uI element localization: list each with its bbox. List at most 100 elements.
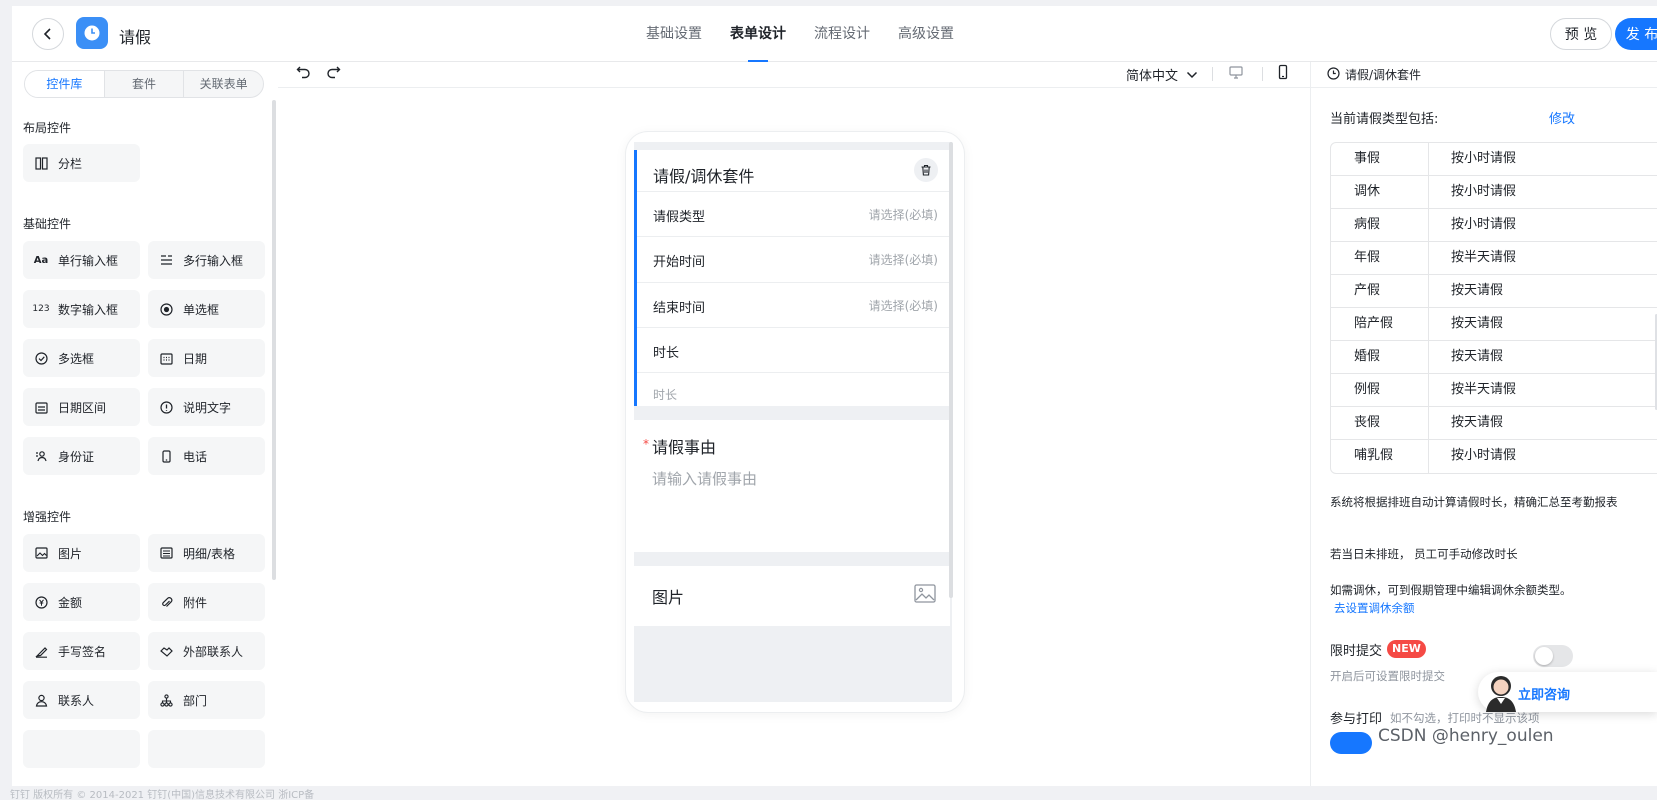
trash-icon xyxy=(921,164,931,176)
group-title-enhanced: 增强控件 xyxy=(23,510,72,524)
leave-type-name: 产假 xyxy=(1331,275,1429,307)
control-signature[interactable]: 手写签名 xyxy=(23,632,140,670)
page-footer: 钉钉 版权所有 © 2014-2021 钉钉(中国)信息技术有限公司 浙ICP备 xyxy=(0,786,1657,800)
control-description-text[interactable]: 说明文字 xyxy=(148,388,265,426)
control-date-range[interactable]: 日期区间 xyxy=(23,388,140,426)
control-radio[interactable]: 单选框 xyxy=(148,290,265,328)
leave-type-unit: 按天请假 xyxy=(1451,283,1504,298)
control-label: 数字输入框 xyxy=(58,302,119,317)
consult-label: 立即咨询 xyxy=(1518,688,1571,703)
control-amount[interactable]: 金额 xyxy=(23,583,140,621)
redo-icon[interactable] xyxy=(326,64,341,83)
leave-type-unit: 按半天请假 xyxy=(1451,250,1517,265)
control-label: 附件 xyxy=(183,595,208,610)
segment-linked-forms[interactable]: 关联表单 xyxy=(184,71,263,97)
control-checkbox[interactable]: 多选框 xyxy=(23,339,140,377)
radio-icon xyxy=(159,302,173,316)
control-library-panel: 控件库 套件 关联表单 布局控件 分栏 基础控件 Aa 单行输入框 多行输入框 … xyxy=(12,62,278,786)
tab-form-design[interactable]: 表单设计 xyxy=(716,6,800,62)
set-comp-balance-link[interactable]: 去设置调休余额 xyxy=(1334,600,1415,616)
properties-title: 请假/调休套件 xyxy=(1345,68,1422,82)
control-label: 分栏 xyxy=(58,156,83,171)
segment-kits[interactable]: 套件 xyxy=(105,71,185,97)
control-label: 外部联系人 xyxy=(183,644,244,659)
segment-controls[interactable]: 控件库 xyxy=(25,71,105,97)
leave-type-name: 例假 xyxy=(1331,374,1429,406)
print-toggle[interactable] xyxy=(1330,732,1372,754)
leave-type-unit: 按小时请假 xyxy=(1451,184,1517,199)
table-row: 年假 按半天请假 xyxy=(1331,242,1657,275)
control-contact[interactable]: 联系人 xyxy=(23,681,140,719)
control-image[interactable]: 图片 xyxy=(23,534,140,572)
info-icon xyxy=(159,400,173,414)
field-end-time[interactable]: 结束时间 请选择(必填) xyxy=(637,282,950,327)
control-phone[interactable]: 电话 xyxy=(148,437,265,475)
control-multi-line-input[interactable]: 多行输入框 xyxy=(148,241,265,279)
control-attachment[interactable]: 附件 xyxy=(148,583,265,621)
avatar xyxy=(1486,676,1516,712)
control-external-contact[interactable]: 外部联系人 xyxy=(148,632,265,670)
publish-button[interactable]: 发 布 xyxy=(1615,18,1657,50)
field-leave-reason[interactable]: * 请假事由 请输入请假事由 xyxy=(634,420,950,552)
field-label: 请假事由 xyxy=(652,438,717,457)
control-columns[interactable]: 分栏 xyxy=(23,144,140,182)
control-label: 多选框 xyxy=(58,351,95,366)
control-detail-table[interactable]: 明细/表格 xyxy=(148,534,265,572)
left-panel-scrollbar[interactable] xyxy=(272,100,276,580)
checkbox-circle-icon xyxy=(34,351,48,365)
group-title-layout: 布局控件 xyxy=(23,121,72,135)
leave-types-label: 当前请假类型包括: xyxy=(1330,112,1439,127)
field-placeholder: 请选择(必填) xyxy=(868,253,938,267)
control-label: 手写签名 xyxy=(58,644,107,659)
leave-type-name: 病假 xyxy=(1331,209,1429,241)
language-select[interactable]: 简体中文 xyxy=(1126,65,1198,84)
consult-button[interactable]: 立即咨询 xyxy=(1478,672,1657,712)
leave-type-unit: 按小时请假 xyxy=(1451,217,1517,232)
leave-type-unit: 按半天请假 xyxy=(1451,382,1517,397)
control-number-input[interactable]: 123 数字输入框 xyxy=(23,290,140,328)
desktop-view-icon[interactable] xyxy=(1228,64,1244,84)
time-limit-subtext: 开启后可设置限时提交 xyxy=(1330,669,1445,683)
back-button[interactable] xyxy=(32,18,64,50)
columns-icon xyxy=(34,156,48,170)
delete-button[interactable] xyxy=(914,158,938,182)
edit-leave-types-link[interactable]: 修改 xyxy=(1549,108,1575,127)
undo-icon[interactable] xyxy=(296,64,311,83)
preview-button[interactable]: 预 览 xyxy=(1550,18,1612,50)
tab-process-design[interactable]: 流程设计 xyxy=(800,6,884,62)
group-title-basic: 基础控件 xyxy=(23,217,72,231)
field-leave-type[interactable]: 请假类型 请选择(必填) xyxy=(637,191,950,236)
leave-kit-widget[interactable]: 请假/调休套件 请假类型 请选择(必填) 开始时间 请选择(必填) 结束时间 请… xyxy=(634,150,950,406)
text-aa-icon: Aa xyxy=(33,254,49,266)
image-icon xyxy=(914,584,936,607)
clock-icon xyxy=(84,25,100,41)
number-123-icon: 123 xyxy=(32,304,50,314)
field-picture[interactable]: 图片 xyxy=(634,566,950,626)
field-label: 时长 xyxy=(653,346,680,361)
control-id-card[interactable]: 身份证 xyxy=(23,437,140,475)
phone-icon xyxy=(159,449,173,463)
mobile-view-icon[interactable] xyxy=(1275,64,1291,84)
control-more-2[interactable] xyxy=(148,730,265,768)
control-more-1[interactable] xyxy=(23,730,140,768)
tab-advanced-settings[interactable]: 高级设置 xyxy=(884,6,968,62)
control-label: 图片 xyxy=(58,546,83,561)
control-department[interactable]: 部门 xyxy=(148,681,265,719)
id-card-icon xyxy=(34,449,48,463)
field-start-time[interactable]: 开始时间 请选择(必填) xyxy=(637,236,950,281)
tab-basic-settings[interactable]: 基础设置 xyxy=(632,6,716,62)
top-tabs: 基础设置 表单设计 流程设计 高级设置 xyxy=(632,6,968,62)
required-mark: * xyxy=(643,437,649,451)
field-duration[interactable]: 时长 xyxy=(637,327,950,372)
money-icon xyxy=(34,595,48,609)
time-limit-toggle[interactable] xyxy=(1533,645,1573,667)
leave-type-name: 陪产假 xyxy=(1331,308,1429,340)
table-row: 产假 按天请假 xyxy=(1331,275,1657,308)
control-label: 部门 xyxy=(183,693,208,708)
signature-icon xyxy=(34,644,48,658)
phone-scrollbar[interactable] xyxy=(949,142,953,598)
note-manual-edit: 若当日未排班， 员工可手动修改时长 xyxy=(1330,547,1518,561)
control-date[interactable]: 日期 xyxy=(148,339,265,377)
leave-type-name: 哺乳假 xyxy=(1331,440,1429,473)
control-single-line-input[interactable]: Aa 单行输入框 xyxy=(23,241,140,279)
